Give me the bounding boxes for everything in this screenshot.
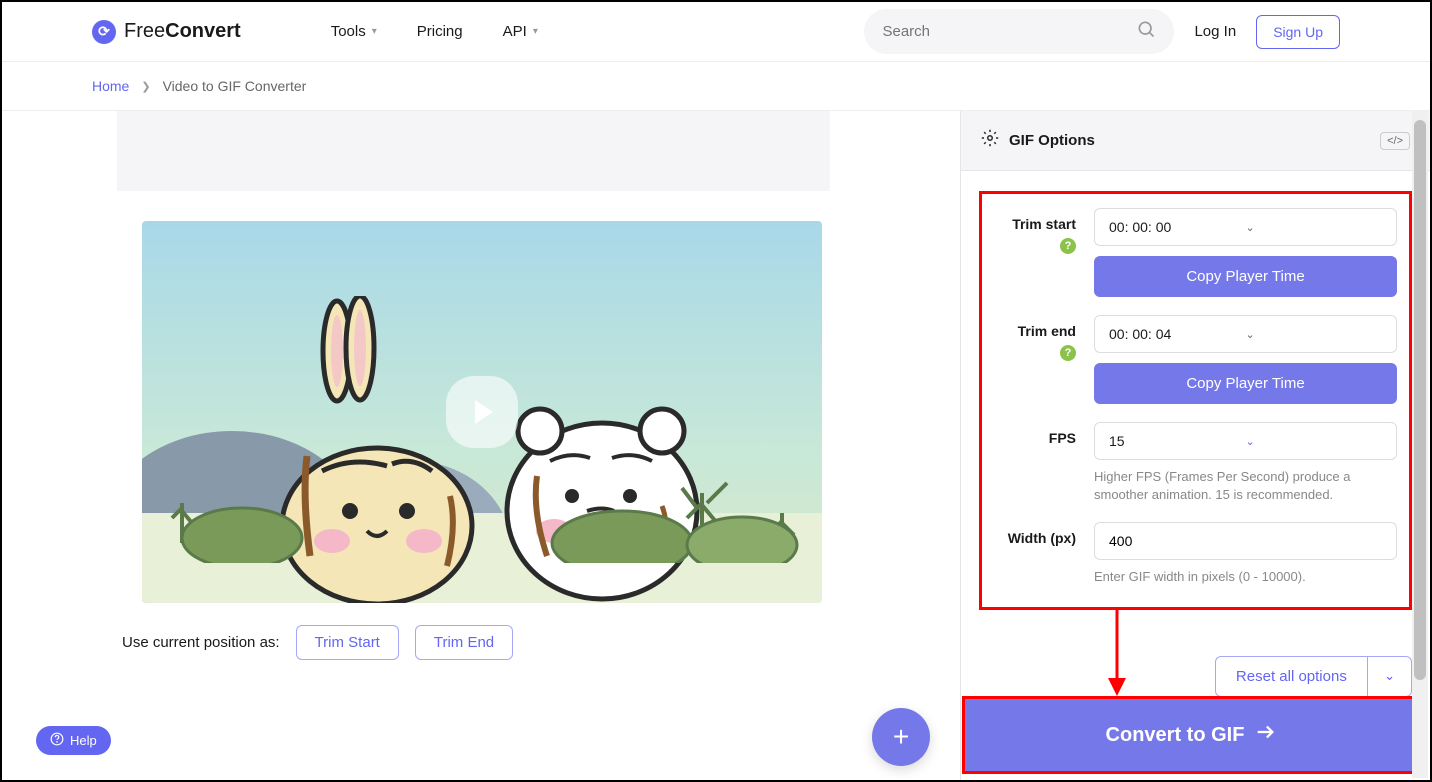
login-link[interactable]: Log In xyxy=(1194,23,1236,40)
breadcrumb-current: Video to GIF Converter xyxy=(163,78,307,94)
signup-button[interactable]: Sign Up xyxy=(1256,15,1340,49)
chevron-down-icon: ⌄ xyxy=(1246,435,1383,448)
options-highlight-box: Trim start ? 00: 00: 00 ⌄ Copy Player Ti… xyxy=(979,191,1412,610)
fps-select[interactable]: 15 ⌄ xyxy=(1094,422,1397,460)
width-hint: Enter GIF width in pixels (0 - 10000). xyxy=(1094,568,1397,586)
arrow-right-icon xyxy=(1254,721,1276,749)
gear-icon xyxy=(981,129,999,152)
chevron-right-icon: ❯ xyxy=(141,80,150,93)
trim-start-label: Trim start ? xyxy=(994,208,1076,297)
nav-tools-label: Tools xyxy=(331,23,366,40)
logo-icon: ⟳ xyxy=(92,20,116,44)
help-label: Help xyxy=(70,733,97,748)
trim-end-value: 00: 00: 04 xyxy=(1109,326,1246,342)
width-input[interactable] xyxy=(1094,522,1397,560)
logo[interactable]: ⟳ FreeConvert xyxy=(92,20,241,44)
code-icon[interactable]: </> xyxy=(1380,132,1410,150)
scrollbar[interactable] xyxy=(1412,110,1428,778)
chevron-down-icon: ⌄ xyxy=(1246,328,1383,341)
breadcrumb: Home ❯ Video to GIF Converter xyxy=(2,62,1430,111)
fps-value: 15 xyxy=(1109,433,1246,449)
trim-label: Use current position as: xyxy=(122,634,280,651)
scrollbar-thumb[interactable] xyxy=(1414,120,1426,680)
reset-options-button[interactable]: Reset all options xyxy=(1215,656,1367,697)
nav-tools[interactable]: Tools ▾ xyxy=(331,23,377,40)
options-header: GIF Options </> xyxy=(961,111,1430,171)
copy-player-time-end-button[interactable]: Copy Player Time xyxy=(1094,363,1397,404)
nav-api[interactable]: API ▾ xyxy=(503,23,538,40)
chevron-down-icon: ▾ xyxy=(533,26,538,37)
search-icon[interactable] xyxy=(1136,19,1156,44)
trim-start-value: 00: 00: 00 xyxy=(1109,219,1246,235)
placeholder-area xyxy=(117,111,830,191)
trim-end-label: Trim end ? xyxy=(994,315,1076,404)
trim-end-select[interactable]: 00: 00: 04 ⌄ xyxy=(1094,315,1397,353)
convert-button[interactable]: Convert to GIF xyxy=(962,696,1420,774)
logo-prefix: Free xyxy=(124,20,165,42)
header: ⟳ FreeConvert Tools ▾ Pricing API ▾ Log In… xyxy=(2,2,1430,62)
fps-label: FPS xyxy=(994,422,1076,504)
help-icon[interactable]: ? xyxy=(1060,345,1076,361)
width-label: Width (px) xyxy=(994,522,1076,586)
breadcrumb-home[interactable]: Home xyxy=(92,78,129,94)
play-button[interactable] xyxy=(446,376,518,448)
nav: Tools ▾ Pricing API ▾ xyxy=(331,23,538,40)
trim-start-button[interactable]: Trim Start xyxy=(296,625,399,660)
help-icon[interactable]: ? xyxy=(1060,238,1076,254)
nav-pricing[interactable]: Pricing xyxy=(417,23,463,40)
chevron-down-icon: ⌄ xyxy=(1246,221,1383,234)
play-icon xyxy=(475,400,493,424)
search-input[interactable] xyxy=(882,23,1136,40)
copy-player-time-start-button[interactable]: Copy Player Time xyxy=(1094,256,1397,297)
trim-start-select[interactable]: 00: 00: 00 ⌄ xyxy=(1094,208,1397,246)
fps-hint: Higher FPS (Frames Per Second) produce a… xyxy=(1094,468,1397,504)
plus-icon: + xyxy=(893,721,909,753)
reset-options-dropdown[interactable]: ⌄ xyxy=(1367,656,1412,697)
options-title: GIF Options xyxy=(1009,132,1370,149)
help-button[interactable]: Help xyxy=(36,726,111,755)
chevron-down-icon: ▾ xyxy=(372,26,377,37)
logo-suffix: Convert xyxy=(165,20,241,42)
video-preview[interactable] xyxy=(142,221,822,603)
nav-api-label: API xyxy=(503,23,527,40)
help-icon xyxy=(50,732,64,749)
trim-end-button[interactable]: Trim End xyxy=(415,625,513,660)
add-button[interactable]: + xyxy=(872,708,930,766)
convert-button-label: Convert to GIF xyxy=(1106,724,1245,747)
search-box[interactable] xyxy=(864,9,1174,54)
